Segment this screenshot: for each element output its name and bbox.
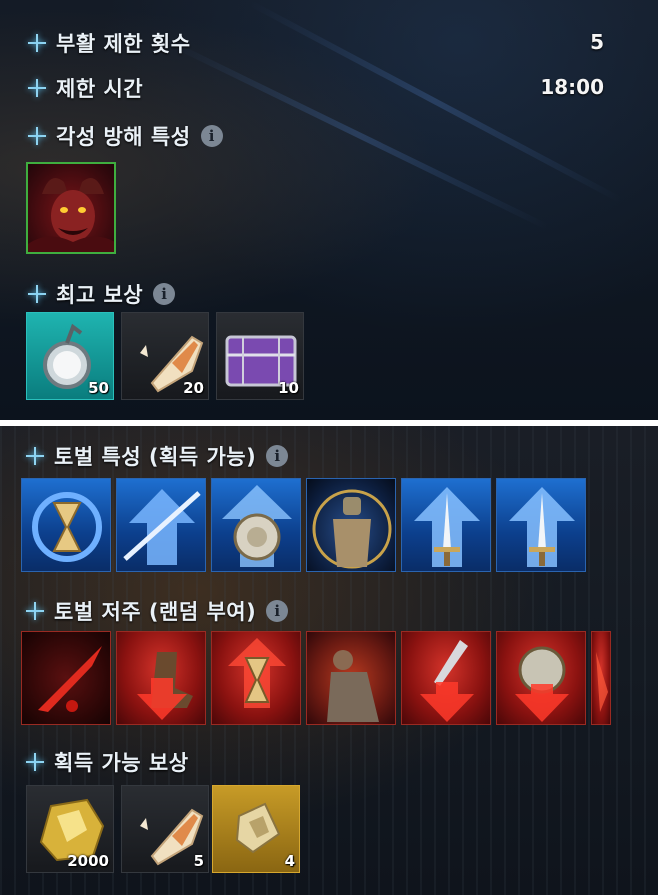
reward-item-orb-pendant[interactable]: 50 — [26, 312, 114, 400]
info-icon[interactable]: i — [266, 600, 289, 622]
info-icon[interactable]: i — [266, 445, 289, 467]
trait-arrow-slash[interactable] — [116, 478, 206, 572]
best-reward-label: 최고 보상 — [56, 283, 144, 307]
raid-info-panel: 부활 제한 횟수 5 제한 시간 18:00 각성 방해 특성 i 최고 보상 … — [0, 0, 658, 420]
time-limit-row: 제한 시간 — [28, 73, 143, 103]
reward-count: 10 — [278, 379, 299, 397]
curse-hourglass[interactable] — [211, 631, 301, 725]
star-bullet-icon — [28, 127, 46, 145]
hourglass-curse-icon — [228, 638, 286, 708]
curse-bleed-slash[interactable] — [21, 631, 111, 725]
time-limit-value: 18:00 — [540, 75, 604, 99]
info-icon[interactable]: i — [153, 283, 176, 305]
star-bullet-icon — [28, 285, 46, 303]
shield-up-icon — [222, 485, 292, 567]
reward-item-gold-fragment[interactable]: 4 — [212, 785, 300, 873]
info-icon[interactable]: i — [200, 125, 223, 147]
awakening-trait-row: 각성 방해 특성 i — [28, 121, 223, 151]
dagger-down-icon — [420, 640, 474, 722]
boot-down-icon — [137, 652, 193, 720]
shield-down-icon — [515, 646, 569, 722]
star-bullet-icon — [26, 602, 44, 620]
trait-shield-up[interactable] — [211, 478, 301, 572]
trait-sword-up[interactable] — [401, 478, 491, 572]
hourglass-cycle-icon — [32, 492, 102, 562]
curse-boot-down[interactable] — [116, 631, 206, 725]
wounded-knight-icon — [327, 650, 379, 722]
torbel-panel: 토벌 특성 (획득 가능) i 토벌 저주 (랜덤 부여) i 획득 가능 보상… — [0, 426, 658, 895]
torbel-curses-row: 토벌 저주 (랜덤 부여) i — [26, 596, 289, 626]
reward-item-chest[interactable]: 10 — [216, 312, 304, 400]
torbel-traits-label: 토벌 특성 (획득 가능) — [54, 445, 257, 469]
sword-up-icon — [414, 487, 480, 567]
torbel-traits-row: 토벌 특성 (획득 가능) i — [26, 441, 289, 471]
curse-shield-down[interactable] — [496, 631, 586, 725]
reward-count: 4 — [284, 852, 295, 870]
trait-sword-up-2[interactable] — [496, 478, 586, 572]
curse-dagger-down[interactable] — [401, 631, 491, 725]
awakening-trait-label: 각성 방해 특성 — [56, 125, 191, 149]
reward-count: 50 — [88, 379, 109, 397]
arrow-slash-icon — [123, 489, 201, 565]
trait-knight-aura[interactable] — [306, 478, 396, 572]
torbel-rewards-label: 획득 가능 보상 — [54, 751, 189, 775]
demon-boss-trait-icon[interactable] — [26, 162, 116, 254]
best-reward-row: 최고 보상 i — [28, 279, 176, 309]
star-bullet-icon — [28, 79, 46, 97]
curse-wounded-knight[interactable] — [306, 631, 396, 725]
torbel-rewards-row: 획득 가능 보상 — [26, 747, 189, 777]
revive-limit-value: 5 — [590, 30, 604, 54]
revive-limit-label: 부활 제한 횟수 — [56, 32, 191, 56]
revive-limit-row: 부활 제한 횟수 — [28, 28, 191, 58]
torbel-curses-label: 토벌 저주 (랜덤 부여) — [54, 600, 257, 624]
curse-partial[interactable] — [591, 631, 611, 725]
reward-item-scroll[interactable]: 5 — [121, 785, 209, 873]
reward-count: 2000 — [67, 852, 109, 870]
reward-item-gold-ore[interactable]: 2000 — [26, 785, 114, 873]
sword-up-icon-2 — [509, 487, 575, 567]
star-bullet-icon — [26, 447, 44, 465]
trait-hourglass-cycle[interactable] — [21, 478, 111, 572]
reward-item-scroll[interactable]: 20 — [121, 312, 209, 400]
reward-count: 20 — [183, 379, 204, 397]
star-bullet-icon — [28, 34, 46, 52]
star-bullet-icon — [26, 753, 44, 771]
bleed-slash-icon — [38, 646, 102, 712]
partial-curse-icon — [596, 652, 608, 712]
reward-count: 5 — [193, 852, 204, 870]
knight-aura-icon — [312, 489, 392, 569]
time-limit-label: 제한 시간 — [56, 77, 144, 101]
